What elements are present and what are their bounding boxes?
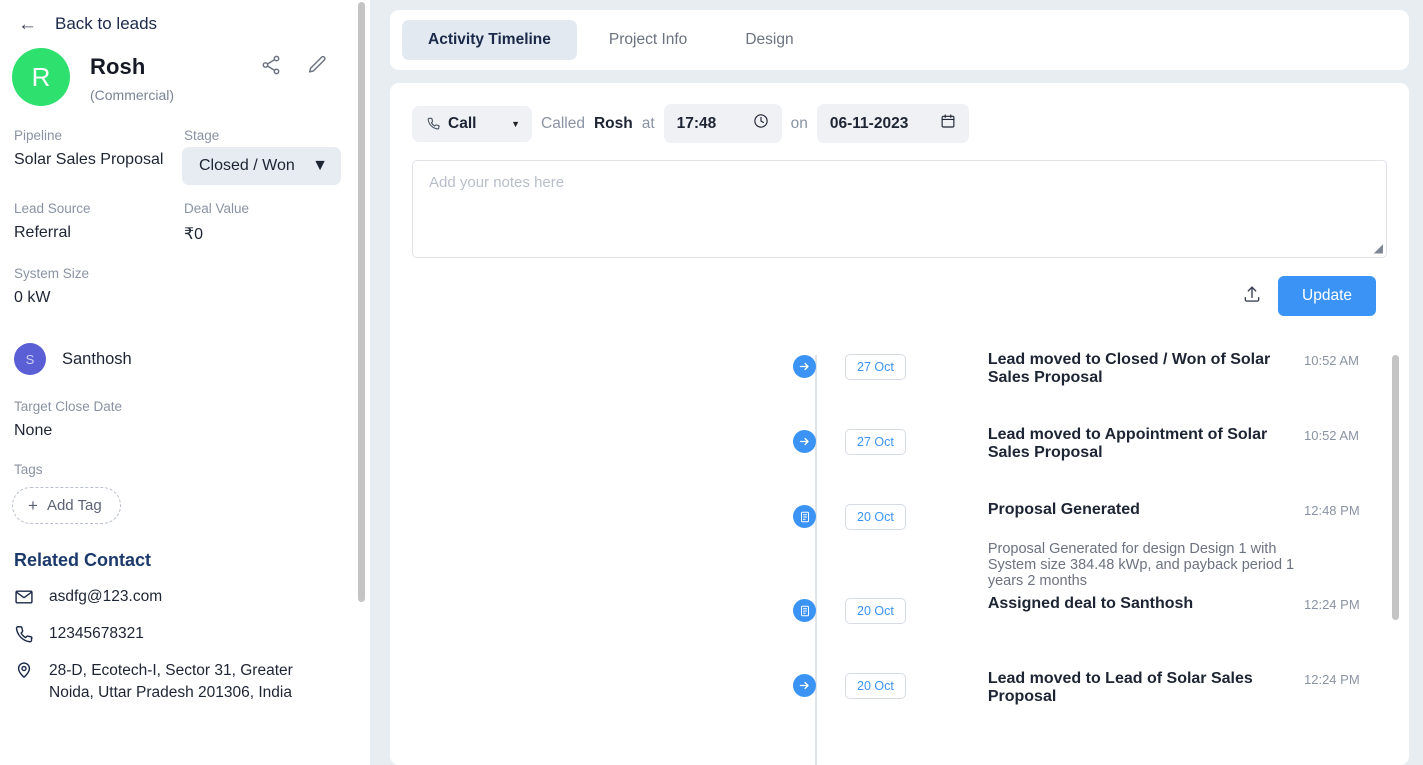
arrow-right-icon: [793, 674, 816, 697]
timeline-date-badge: 20 Oct: [845, 504, 906, 530]
timeline-date-badge: 27 Oct: [845, 429, 906, 455]
arrow-left-icon: ←: [18, 13, 37, 35]
timeline-item[interactable]: 20 Oct Proposal Generated Proposal Gener…: [412, 495, 1409, 589]
arrow-right-icon: [793, 430, 816, 453]
notes-textarea[interactable]: Add your notes here ◢: [412, 160, 1387, 258]
timeline-title: Lead moved to Appointment of Solar Sales…: [987, 426, 1268, 461]
chevron-down-icon: ▼: [511, 118, 520, 129]
lead-fields: Pipeline Solar Sales Proposal Stage Clos…: [12, 110, 358, 329]
calendar-icon: [940, 113, 956, 134]
resize-grip-icon[interactable]: ◢: [1374, 241, 1383, 255]
stage-select[interactable]: Closed / Won ▼: [182, 147, 341, 185]
timeline-date-badge: 20 Oct: [845, 673, 906, 699]
pipeline-label: Pipeline: [14, 128, 63, 143]
activity-date-input[interactable]: 06-11-2023: [816, 104, 969, 143]
deal-value-value: ₹0: [184, 226, 204, 243]
system-size-label: System Size: [14, 266, 90, 281]
document-icon: [793, 505, 816, 528]
lead-type: (Commercial): [90, 87, 174, 103]
tab-project-info[interactable]: Project Info: [583, 20, 713, 60]
timeline-time: 12:48 PM: [1304, 503, 1360, 518]
lead-avatar: R: [12, 48, 70, 106]
contact-email: asdfg@123.com: [49, 588, 163, 605]
activity-panel: Call ▼ Called Rosh at 17:48 on 06-11-202…: [390, 83, 1409, 765]
clock-icon: [753, 113, 769, 134]
pencil-icon[interactable]: [306, 54, 328, 76]
sidebar-scrollbar[interactable]: [358, 2, 365, 602]
timeline-title: Lead moved to Lead of Solar Sales Propos…: [987, 670, 1253, 705]
activity-timeline-list: 27 Oct Lead moved to Closed / Won of Sol…: [390, 345, 1409, 765]
add-tag-button[interactable]: + Add Tag: [12, 487, 121, 524]
notes-placeholder: Add your notes here: [429, 174, 565, 191]
add-tag-label: Add Tag: [46, 497, 102, 514]
activity-at-label: at: [641, 114, 655, 132]
activity-entry-bar: Call ▼ Called Rosh at 17:48 on 06-11-202…: [390, 83, 1409, 143]
timeline-item[interactable]: 27 Oct Lead moved to Closed / Won of Sol…: [412, 345, 1409, 420]
assignee-name: Santhosh: [62, 349, 132, 368]
contact-address-row[interactable]: 28-D, Ecotech-I, Sector 31, Greater Noid…: [12, 649, 358, 704]
activity-time-value: 17:48: [676, 114, 717, 132]
arrow-right-icon: [793, 355, 816, 378]
activity-time-input[interactable]: 17:48: [663, 104, 782, 143]
plus-icon: +: [28, 496, 38, 515]
tags-label: Tags: [14, 462, 43, 477]
app-root: ← Back to leads R Rosh (Commercial) Pipe…: [0, 0, 1423, 765]
assignee-avatar: S: [14, 343, 46, 375]
phone-call-icon: [426, 116, 441, 131]
assignee[interactable]: S Santhosh: [12, 329, 358, 399]
stage-value: Closed / Won: [199, 157, 295, 174]
activity-verb: Called: [541, 114, 585, 132]
contact-phone-row[interactable]: 12345678321: [12, 612, 358, 649]
timeline-time: 12:24 PM: [1304, 597, 1360, 612]
timeline-time: 10:52 AM: [1304, 428, 1359, 443]
timeline-title: Proposal Generated: [987, 501, 1140, 518]
share-icon[interactable]: [260, 54, 282, 76]
target-close-date-label: Target Close Date: [14, 399, 123, 414]
stage-label: Stage: [184, 128, 220, 143]
contact-address: 28-D, Ecotech-I, Sector 31, Greater Noid…: [49, 662, 293, 701]
lead-name: Rosh: [90, 54, 146, 79]
update-button[interactable]: Update: [1278, 276, 1376, 316]
activity-actions: Update: [390, 258, 1409, 316]
activity-person: Rosh: [593, 114, 633, 132]
lead-source-value: Referral: [14, 224, 71, 241]
upload-icon[interactable]: [1242, 284, 1262, 309]
document-icon: [793, 599, 816, 622]
lead-source-label: Lead Source: [14, 201, 91, 216]
timeline-item[interactable]: 20 Oct Assigned deal to Santhosh 12:24 P…: [412, 589, 1409, 664]
timeline-date-badge: 27 Oct: [845, 354, 906, 380]
related-contact-title: Related Contact: [14, 550, 152, 570]
timeline-title: Assigned deal to Santhosh: [987, 595, 1194, 612]
activity-type-value: Call: [448, 114, 477, 132]
activity-type-select[interactable]: Call ▼: [412, 105, 532, 142]
contact-email-row[interactable]: asdfg@123.com: [12, 575, 358, 612]
timeline-date-badge: 20 Oct: [845, 598, 906, 624]
tab-bar: Activity Timeline Project Info Design: [390, 10, 1409, 70]
back-to-leads-button[interactable]: ← Back to leads: [12, 0, 358, 40]
main-content: Activity Timeline Project Info Design Ca…: [370, 0, 1423, 765]
timeline-time: 12:24 PM: [1304, 672, 1360, 687]
mail-icon: [14, 586, 36, 612]
chevron-down-icon: ▼: [312, 157, 328, 174]
timeline-subtitle: Proposal Generated for design Design 1 w…: [987, 541, 1295, 589]
contact-phone: 12345678321: [49, 625, 144, 642]
back-to-leads-label: Back to leads: [55, 14, 158, 33]
tab-activity-timeline[interactable]: Activity Timeline: [402, 20, 577, 60]
lead-details-sidebar: ← Back to leads R Rosh (Commercial) Pipe…: [0, 0, 370, 765]
location-pin-icon: [14, 660, 36, 686]
timeline-item[interactable]: 27 Oct Lead moved to Appointment of Sola…: [412, 420, 1409, 495]
timeline-time: 10:52 AM: [1304, 353, 1359, 368]
target-close-date-value: None: [14, 422, 53, 439]
activity-date-value: 06-11-2023: [829, 114, 909, 132]
activity-on-label: on: [790, 114, 808, 132]
phone-icon: [14, 623, 36, 649]
timeline-title: Lead moved to Closed / Won of Solar Sale…: [987, 351, 1271, 386]
deal-value-label: Deal Value: [184, 201, 250, 216]
tab-design[interactable]: Design: [719, 20, 819, 60]
timeline-item[interactable]: 20 Oct Lead moved to Lead of Solar Sales…: [412, 664, 1409, 739]
pipeline-value: Solar Sales Proposal: [14, 151, 164, 168]
lead-header: R Rosh (Commercial): [12, 40, 358, 110]
system-size-value: 0 kW: [14, 289, 51, 306]
